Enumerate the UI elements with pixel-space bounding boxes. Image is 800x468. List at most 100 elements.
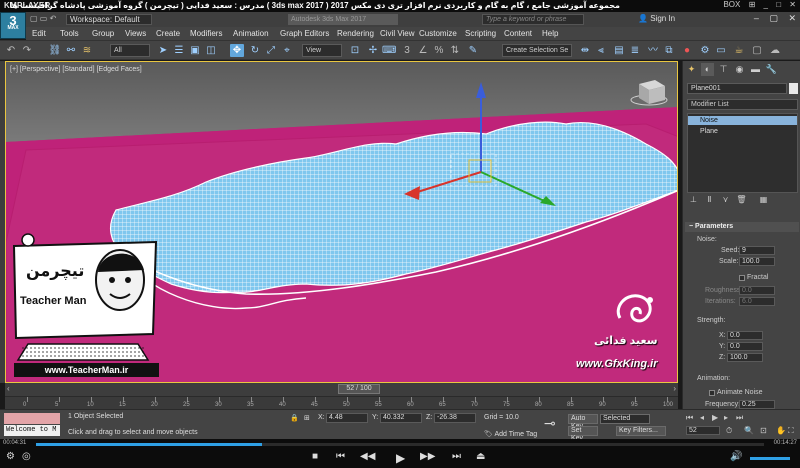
maximize-viewport-icon[interactable]: ⛶ (788, 426, 794, 436)
menu-tools[interactable]: Tools (60, 29, 79, 38)
window-crossing-icon[interactable]: ◫ (204, 44, 218, 57)
time-slider-thumb[interactable]: 52 / 100 (338, 384, 380, 394)
render-iterative-icon[interactable]: ▢ (750, 44, 764, 57)
player-settings-icon[interactable]: ⚙ (6, 451, 15, 462)
player-box-button[interactable]: BOX (723, 0, 740, 9)
search-input[interactable]: Type a keyword or phrase (482, 14, 584, 25)
named-selection-sets-dropdown[interactable]: Create Selection Se (502, 44, 572, 57)
select-and-scale-icon[interactable]: ⤢ (264, 44, 278, 57)
animate-noise-checkbox[interactable] (709, 390, 715, 396)
absolute-mode-icon[interactable]: ⊞ (304, 414, 310, 422)
layer-explorer-icon[interactable]: ≣ (628, 44, 642, 57)
add-time-tag[interactable]: 🏷 Add Time Tag (484, 430, 537, 438)
roughness-field[interactable]: 0.0 (739, 286, 775, 295)
angle-snap-icon[interactable]: ∠ (416, 44, 430, 57)
stack-item-noise[interactable]: Noise (688, 116, 797, 125)
display-tab-icon[interactable]: ▬ (749, 63, 762, 76)
redo-icon[interactable]: ↷ (20, 44, 34, 57)
player-rewind-icon[interactable]: ◀◀ (360, 451, 375, 462)
stack-item-plane[interactable]: Plane (688, 127, 797, 136)
keyboard-shortcut-icon[interactable]: ⌨ (382, 44, 396, 57)
player-seek-bar[interactable] (36, 443, 764, 446)
scale-field[interactable]: 100.0 (739, 257, 775, 266)
frequency-field[interactable]: 0.25 (739, 400, 775, 409)
seed-field[interactable]: 9 (739, 246, 775, 255)
next-frame-key-icon[interactable]: ▸ (724, 413, 728, 422)
previous-frame-icon[interactable]: ◂ (700, 413, 704, 422)
z-coord-field[interactable]: -26.38 (434, 413, 476, 423)
player-next-icon[interactable]: ⏭ (452, 451, 461, 462)
remove-modifier-icon[interactable]: 🗑 (735, 195, 748, 207)
workspace-dropdown[interactable]: Workspace: Default (66, 14, 152, 25)
percent-snap-icon[interactable]: % (432, 44, 446, 57)
link-icon[interactable]: ⛓ (48, 44, 62, 57)
player-volume-icon[interactable]: 🔊 (730, 451, 742, 462)
iterations-field[interactable]: 6.0 (739, 297, 775, 306)
align-icon[interactable]: ⫷ (594, 44, 608, 57)
show-end-result-icon[interactable]: Ⅱ (703, 195, 716, 207)
pin-stack-icon[interactable]: ⊥ (687, 195, 700, 207)
menu-graph-editors[interactable]: Graph Editors (280, 29, 329, 38)
make-unique-icon[interactable]: ⋎ (719, 195, 732, 207)
select-by-name-icon[interactable]: ☰ (172, 44, 186, 57)
select-object-icon[interactable]: ➤ (156, 44, 170, 57)
menu-modifiers[interactable]: Modifiers (190, 29, 222, 38)
spinner-snap-icon[interactable]: ⇅ (448, 44, 462, 57)
menu-customize[interactable]: Customize (419, 29, 457, 38)
maxscript-listener-mini[interactable] (4, 413, 60, 424)
schematic-view-icon[interactable]: ⧉ (662, 44, 676, 57)
render-production-icon[interactable]: ☕ (732, 44, 746, 57)
time-slider[interactable]: ‹ 52 / 100 › (5, 383, 678, 396)
snaps-toggle-icon[interactable]: 3 (400, 44, 414, 57)
set-key-icon[interactable]: ⊸ (544, 415, 556, 432)
a360-icon[interactable]: ☁ (768, 44, 782, 57)
restore-icon[interactable]: ▢ (769, 13, 778, 23)
mirror-icon[interactable]: ⇹ (578, 44, 592, 57)
set-key-button[interactable]: Set Key (568, 426, 598, 442)
reference-coordinate-dropdown[interactable]: View (302, 44, 342, 57)
modify-tab-icon[interactable]: ◐ (701, 63, 714, 76)
selected-dropdown[interactable]: Selected (600, 414, 650, 424)
selection-filter-dropdown[interactable]: All (110, 44, 150, 57)
player-forward-icon[interactable]: ▶▶ (420, 451, 435, 462)
manipulate-icon[interactable]: ✢ (366, 44, 380, 57)
menu-edit[interactable]: Edit (32, 29, 46, 38)
menu-civil-view[interactable]: Civil View (380, 29, 415, 38)
lock-selection-icon[interactable]: 🔒 (290, 414, 299, 422)
menu-help[interactable]: Help (542, 29, 558, 38)
current-frame-field[interactable]: 52 (686, 426, 720, 435)
create-tab-icon[interactable]: ✦ (685, 63, 698, 76)
fractal-checkbox[interactable] (739, 275, 745, 281)
menu-group[interactable]: Group (92, 29, 114, 38)
zoom-extents-icon[interactable]: ⊡ (760, 426, 767, 435)
player-eject-icon[interactable]: ⏏ (476, 451, 485, 462)
scene-explorer-icon[interactable]: ▤ (612, 44, 626, 57)
viewport-label[interactable]: [+] [Perspective] [Standard] [Edged Face… (10, 66, 142, 73)
player-layout-icon[interactable]: ⊞ (749, 0, 756, 9)
strength-z-field[interactable]: 100.0 (727, 353, 763, 362)
close-icon[interactable]: ✕ (788, 13, 796, 23)
strength-y-field[interactable]: 0.0 (727, 342, 763, 351)
motion-tab-icon[interactable]: ◉ (733, 63, 746, 76)
select-and-move-icon[interactable]: ✥ (230, 44, 244, 57)
y-coord-field[interactable]: 40.332 (380, 413, 422, 423)
maxscript-listener-output[interactable]: Welcome to M (4, 425, 60, 436)
menu-content[interactable]: Content (504, 29, 532, 38)
menu-animation[interactable]: Animation (233, 29, 269, 38)
player-maximize-button[interactable]: □ (776, 0, 781, 9)
hierarchy-tab-icon[interactable]: ⊤ (717, 63, 730, 76)
key-filters-button[interactable]: Key Filters... (616, 426, 666, 436)
player-minimize-button[interactable]: _ (764, 0, 768, 9)
object-name-field[interactable]: Plane001 (687, 83, 787, 94)
minimize-icon[interactable]: – (754, 13, 759, 23)
player-3d-icon[interactable]: ◎ (22, 451, 31, 462)
menu-rendering[interactable]: Rendering (337, 29, 374, 38)
zoom-icon[interactable]: 🔍 (744, 426, 754, 435)
pan-icon[interactable]: ✋ (776, 426, 786, 435)
player-close-button[interactable]: ✕ (789, 0, 796, 9)
edit-named-selection-icon[interactable]: ✎ (466, 44, 480, 57)
go-to-end-icon[interactable]: ⏭ (736, 413, 743, 423)
next-frame-icon[interactable]: › (673, 384, 676, 393)
parameters-rollout-header[interactable]: − Parameters (685, 222, 799, 232)
render-setup-icon[interactable]: ⚙ (698, 44, 712, 57)
